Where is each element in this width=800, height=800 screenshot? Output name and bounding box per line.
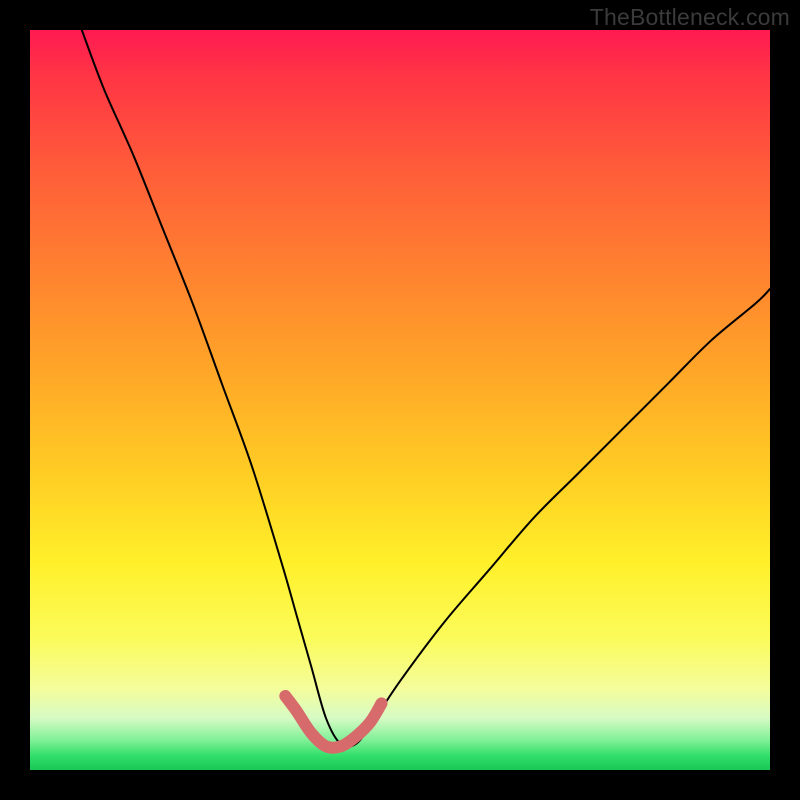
chart-frame: TheBottleneck.com	[0, 0, 800, 800]
plot-area	[30, 30, 770, 770]
highlight-curve	[285, 696, 381, 748]
watermark-text: TheBottleneck.com	[590, 4, 790, 31]
curve-svg	[30, 30, 770, 770]
bottleneck-curve	[82, 30, 770, 747]
